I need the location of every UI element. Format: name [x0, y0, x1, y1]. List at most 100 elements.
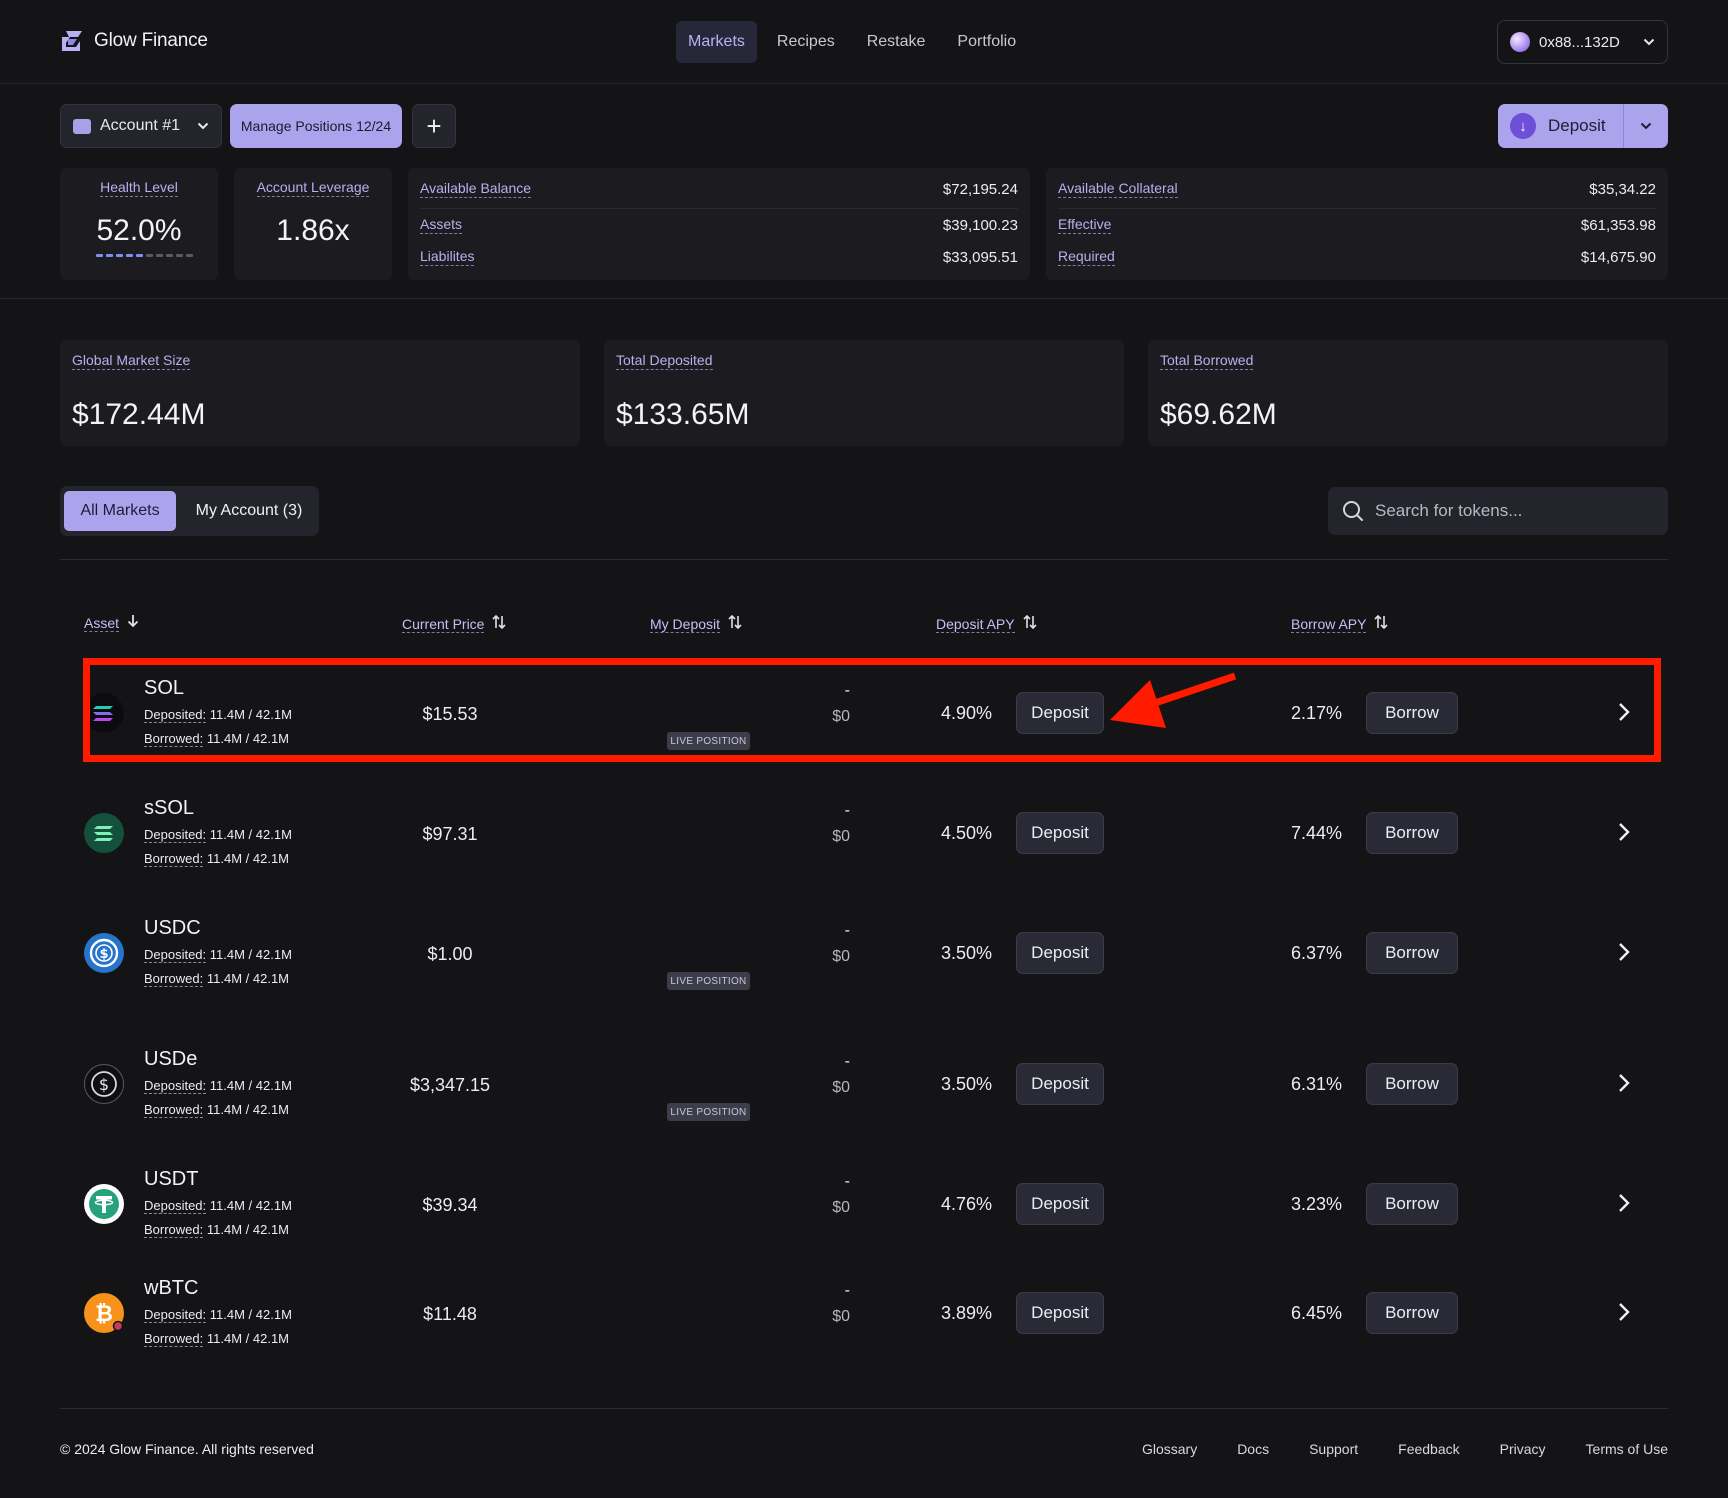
header-asset[interactable]: Asset	[84, 614, 139, 632]
borrow-button[interactable]: Borrow	[1366, 932, 1458, 974]
footer-link-docs[interactable]: Docs	[1237, 1441, 1269, 1457]
table-row-usdt[interactable]: USDT Deposited: 11.4M / 42.1M Borrowed: …	[84, 1158, 1658, 1248]
add-account-button[interactable]: +	[412, 104, 456, 148]
leverage-value: 1.86x	[276, 214, 350, 247]
borrowed-label[interactable]: Borrowed:	[144, 1331, 204, 1347]
asset-deposited: Deposited: 11.4M / 42.1M	[144, 1198, 292, 1214]
asset-name: USDT	[144, 1168, 199, 1190]
available-collateral-value: $35,34.22	[1589, 180, 1656, 198]
ssol-icon	[84, 813, 124, 853]
deposit-dropdown-button[interactable]	[1624, 122, 1668, 130]
assets-label[interactable]: Assets	[420, 216, 463, 234]
account-select[interactable]: Account #1	[60, 104, 222, 148]
header-borrow-apy[interactable]: Borrow APY	[1291, 614, 1389, 634]
deposit-button[interactable]: Deposit	[1016, 1063, 1104, 1105]
deposit-apy: 3.89%	[940, 1303, 992, 1323]
borrowed-value: 11.4M / 42.1M	[206, 851, 290, 866]
borrowed-label[interactable]: Borrowed:	[144, 1102, 204, 1118]
deposit-button[interactable]: ↓ Deposit	[1498, 104, 1624, 148]
table-row-usdc[interactable]: $ USDC Deposited: 11.4M / 42.1M Borrowed…	[84, 907, 1658, 997]
borrowed-label[interactable]: Borrowed:	[144, 851, 204, 867]
chevron-right-icon[interactable]	[1614, 1067, 1634, 1099]
borrowed-label[interactable]: Borrowed:	[144, 971, 204, 987]
asset-name: USDC	[144, 917, 201, 939]
deposited-label[interactable]: Deposited:	[144, 1198, 207, 1214]
manage-positions-button[interactable]: Manage Positions 12/24	[230, 104, 402, 148]
deposit-button[interactable]: Deposit	[1016, 932, 1104, 974]
deposited-label[interactable]: Deposited:	[144, 1307, 207, 1323]
asset-name: sSOL	[144, 797, 195, 819]
deposited-value: 11.4M / 42.1M	[209, 1198, 292, 1213]
brand-logo[interactable]: Glow Finance	[60, 30, 208, 52]
tab-my-account[interactable]: My Account (3)	[184, 491, 314, 531]
header-my-deposit[interactable]: My Deposit	[650, 614, 742, 634]
chevron-right-icon[interactable]	[1614, 936, 1634, 968]
asset-deposited: Deposited: 11.4M / 42.1M	[144, 947, 292, 963]
global-market-size-label[interactable]: Global Market Size	[72, 352, 191, 370]
chevron-right-icon[interactable]	[1614, 816, 1634, 848]
health-label[interactable]: Health Level	[100, 179, 178, 197]
deposit-button[interactable]: Deposit	[1016, 1292, 1104, 1334]
footer-links: Glossary Docs Support Feedback Privacy T…	[1142, 1441, 1668, 1457]
footer-link-support[interactable]: Support	[1309, 1441, 1358, 1457]
health-level-bar	[96, 254, 193, 257]
nav-recipes[interactable]: Recipes	[765, 21, 847, 63]
current-price: $3,347.15	[409, 1075, 491, 1095]
my-deposit-dash: -	[844, 1173, 850, 1190]
asset-borrowed: Borrowed: 11.4M / 42.1M	[144, 971, 289, 987]
effective-label[interactable]: Effective	[1058, 216, 1112, 234]
footer-link-terms[interactable]: Terms of Use	[1586, 1441, 1668, 1457]
annotation-arrow-icon	[1110, 672, 1237, 728]
table-row-ssol[interactable]: sSOL Deposited: 11.4M / 42.1M Borrowed: …	[84, 787, 1658, 877]
deposited-label[interactable]: Deposited:	[144, 1078, 207, 1094]
footer-link-glossary[interactable]: Glossary	[1142, 1441, 1197, 1457]
required-label[interactable]: Required	[1058, 248, 1115, 266]
borrowed-label[interactable]: Borrowed:	[144, 1222, 204, 1238]
nav-markets[interactable]: Markets	[676, 21, 757, 63]
borrow-button[interactable]: Borrow	[1366, 1183, 1458, 1225]
search-input[interactable]: Search for tokens...	[1328, 487, 1668, 535]
available-balance-label[interactable]: Available Balance	[420, 180, 532, 198]
liabilities-label[interactable]: Liabilites	[420, 248, 475, 266]
table-row-usde[interactable]: $ USDe Deposited: 11.4M / 42.1M Borrowed…	[84, 1038, 1658, 1128]
leverage-label[interactable]: Account Leverage	[256, 179, 370, 197]
deposit-split-button: ↓ Deposit	[1498, 104, 1668, 148]
tab-all-markets[interactable]: All Markets	[64, 491, 176, 531]
plus-icon: +	[426, 110, 442, 141]
current-price: $97.31	[422, 824, 478, 844]
header-current-price[interactable]: Current Price	[402, 614, 507, 634]
footer-link-privacy[interactable]: Privacy	[1500, 1441, 1546, 1457]
deposited-label[interactable]: Deposited:	[144, 827, 207, 843]
header-deposit-apy[interactable]: Deposit APY	[936, 614, 1037, 634]
table-row-wbtc[interactable]: ₿ wBTC Deposited: 11.4M / 42.1M Borrowed…	[84, 1267, 1658, 1357]
borrow-button[interactable]: Borrow	[1366, 1063, 1458, 1105]
deposit-button[interactable]: Deposit	[1016, 1183, 1104, 1225]
liabilities-value: $33,095.51	[942, 248, 1018, 266]
borrow-button[interactable]: Borrow	[1366, 1292, 1458, 1334]
asset-name: USDe	[144, 1048, 198, 1070]
header-deposit-apy-label: Deposit APY	[936, 615, 1015, 633]
health-card: Health Level 52.0%	[60, 168, 218, 280]
deposited-label[interactable]: Deposited:	[144, 947, 207, 963]
market-tabs: All Markets My Account (3)	[60, 486, 319, 536]
chevron-right-icon[interactable]	[1614, 1187, 1634, 1219]
health-bar-segment	[116, 254, 123, 257]
sort-icon	[728, 614, 742, 634]
wallet-button[interactable]: 0x88...132D	[1497, 20, 1668, 64]
chevron-right-icon[interactable]	[1614, 1296, 1634, 1328]
footer-divider	[60, 1408, 1668, 1409]
footer-link-feedback[interactable]: Feedback	[1398, 1441, 1459, 1457]
total-borrowed-label[interactable]: Total Borrowed	[1160, 352, 1254, 370]
available-collateral-label[interactable]: Available Collateral	[1058, 180, 1178, 198]
global-market-size-value: $172.44M	[72, 398, 206, 431]
asset-borrowed: Borrowed: 11.4M / 42.1M	[144, 1102, 289, 1118]
borrow-button[interactable]: Borrow	[1366, 812, 1458, 854]
balance-card: Available Balance $72,195.24 Assets $39,…	[408, 168, 1030, 280]
deposit-button[interactable]: Deposit	[1016, 812, 1104, 854]
asset-deposited: Deposited: 11.4M / 42.1M	[144, 1078, 292, 1094]
total-deposited-label[interactable]: Total Deposited	[616, 352, 713, 370]
health-bar-segment	[96, 254, 103, 257]
nav-portfolio[interactable]: Portfolio	[945, 21, 1028, 63]
nav-restake[interactable]: Restake	[855, 21, 938, 63]
header-my-deposit-label: My Deposit	[650, 615, 721, 633]
